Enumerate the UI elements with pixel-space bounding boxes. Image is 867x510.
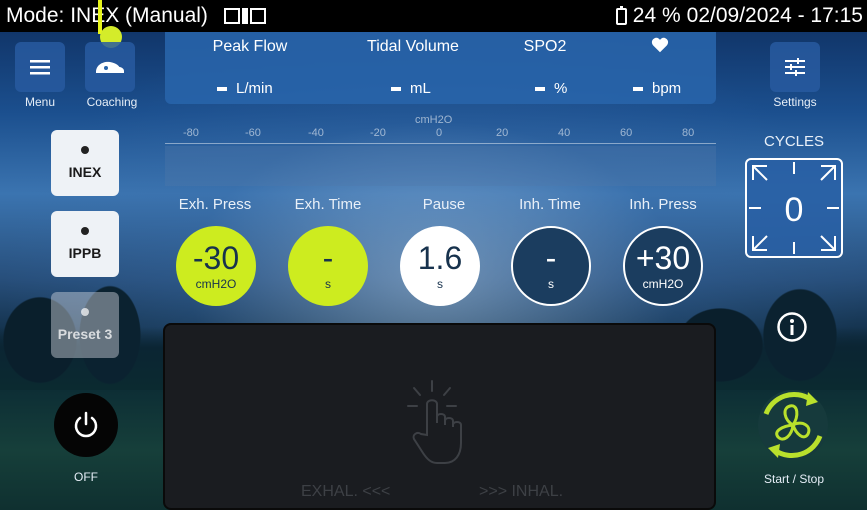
metric-spo2: SPO2 — [515, 38, 575, 56]
position-marker — [98, 0, 102, 34]
metric-label: SPO2 — [523, 38, 567, 55]
pressure-scale: cmH2O -80 -60 -40 -20 0 20 40 60 80 — [165, 110, 716, 186]
exh-time-control[interactable]: - s — [288, 226, 368, 306]
param-value: - — [545, 240, 557, 276]
mode-indicator-dot — [81, 227, 89, 235]
start-stop-button[interactable] — [752, 384, 834, 471]
metric-unit: L/min — [236, 80, 273, 97]
mode-label: IPPB — [68, 245, 102, 261]
metric-label: Peak Flow — [212, 38, 288, 55]
power-icon — [74, 411, 98, 438]
touch-hand-icon — [407, 380, 462, 464]
param-unit: s — [548, 277, 554, 291]
status-bar: Mode: INEX (Manual) 24 % 02/09/2024 - 17… — [0, 0, 867, 32]
split-screen-icon — [223, 8, 266, 24]
mode-label: INEX — [68, 164, 102, 180]
start-stop-label: Start / Stop — [763, 472, 825, 486]
pause-control[interactable]: 1.6 s — [400, 226, 480, 306]
scale-tick-label: 60 — [620, 127, 633, 139]
param-value: 1.6 — [417, 240, 463, 276]
exh-press-control[interactable]: -30 cmH2O — [176, 226, 256, 306]
battery-icon — [615, 5, 627, 25]
scale-tick-label: -20 — [370, 127, 386, 139]
power-button[interactable] — [54, 393, 118, 457]
heart-icon — [651, 37, 669, 53]
param-value: - — [322, 240, 334, 276]
cycles-label: CYCLES — [763, 133, 825, 150]
metric-unit: % — [554, 80, 568, 97]
settings-button[interactable] — [770, 42, 820, 92]
empty-value-dash — [633, 87, 643, 92]
info-button[interactable] — [776, 311, 808, 348]
param-unit: cmH2O — [642, 277, 684, 291]
mode-button-ippb[interactable]: IPPB — [51, 211, 119, 277]
coaching-button[interactable] — [85, 42, 135, 92]
breathing-touch-pad[interactable]: EXHAL. <<< >>> INHAL. — [163, 323, 716, 510]
param-label-inh-time: Inh. Time — [519, 196, 581, 213]
menu-button[interactable] — [15, 42, 65, 92]
cycles-counter: 0 — [745, 158, 843, 258]
empty-value-dash — [535, 87, 545, 92]
mode-button-preset-3[interactable]: Preset 3 — [51, 292, 119, 358]
scale-tick-label: 80 — [682, 127, 695, 139]
fan-cycle-icon — [758, 390, 828, 460]
scale-tick-label: 0 — [436, 127, 443, 139]
param-unit: s — [437, 277, 443, 291]
param-label-exh-press: Exh. Press — [178, 196, 252, 213]
coaching-icon — [96, 61, 124, 73]
metric-unit: mL — [410, 80, 431, 97]
battery-level: 24 % — [632, 4, 681, 27]
param-value: +30 — [635, 240, 691, 276]
metric-heart-rate — [645, 37, 675, 58]
mode-label: Preset 3 — [57, 326, 113, 342]
mode-indicator: Mode: INEX (Manual) — [6, 4, 208, 27]
inh-press-control[interactable]: +30 cmH2O — [623, 226, 703, 306]
mode-button-inex[interactable]: INEX — [51, 130, 119, 196]
param-value: -30 — [192, 240, 240, 276]
param-label-inh-press: Inh. Press — [629, 196, 697, 213]
inhale-label: >>> INHAL. — [479, 483, 564, 500]
scale-unit: cmH2O — [415, 114, 453, 126]
scale-tick-label: -80 — [183, 127, 199, 139]
metrics-panel: Peak Flow Tidal Volume SPO2 L/min mL % b… — [165, 32, 716, 104]
param-unit: s — [325, 277, 331, 291]
param-label-pause: Pause — [422, 196, 466, 213]
empty-value-dash — [217, 87, 227, 92]
power-label: OFF — [74, 470, 98, 484]
scale-tick-label: -60 — [245, 127, 261, 139]
sliders-icon — [785, 58, 805, 76]
mode-indicator-dot — [81, 146, 89, 154]
metric-tidal-volume: Tidal Volume — [353, 38, 473, 56]
scale-tick-label: 20 — [496, 127, 509, 139]
metric-unit: bpm — [652, 80, 682, 97]
scale-tick-label: 40 — [558, 127, 571, 139]
info-icon — [777, 312, 807, 342]
param-label-exh-time: Exh. Time — [294, 196, 362, 213]
metric-label: Tidal Volume — [367, 38, 459, 55]
cycles-value: 0 — [784, 191, 804, 229]
exhale-label: EXHAL. <<< — [301, 483, 391, 500]
scale-tick-label: -40 — [308, 127, 324, 139]
menu-label: Menu — [24, 95, 56, 109]
mode-indicator-dot — [81, 308, 89, 316]
scale-axis — [165, 143, 716, 144]
param-unit: cmH2O — [195, 277, 237, 291]
coaching-label: Coaching — [86, 95, 138, 109]
hamburger-icon — [30, 60, 50, 75]
settings-label: Settings — [773, 95, 817, 109]
metric-peak-flow: Peak Flow — [195, 38, 305, 56]
pressure-bar — [165, 146, 716, 186]
empty-value-dash — [391, 87, 401, 92]
date-time: 02/09/2024 - 17:15 — [686, 4, 863, 27]
inh-time-control[interactable]: - s — [511, 226, 591, 306]
